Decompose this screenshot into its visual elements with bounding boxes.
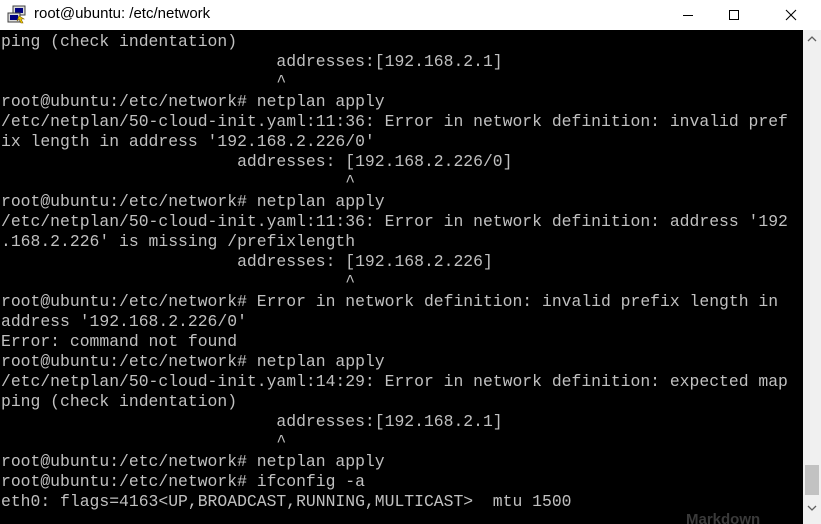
terminal-line: ping (check indentation): [1, 392, 238, 411]
terminal-line: ^: [1, 272, 356, 291]
vertical-scrollbar[interactable]: [803, 30, 821, 524]
terminal-lines: ping (check indentation) addresses:[192.…: [1, 32, 788, 512]
terminal-line: addresses:[192.168.2.1]: [1, 412, 503, 431]
terminal-output-area[interactable]: ping (check indentation) addresses:[192.…: [0, 30, 803, 524]
terminal-line: root@ubuntu:/etc/network# ifconfig -a: [1, 472, 365, 491]
terminal-line: .168.2.226' is missing /prefixlength: [1, 232, 356, 251]
scroll-up-arrow-icon[interactable]: [803, 30, 821, 47]
terminal-line: ping (check indentation): [1, 32, 238, 51]
terminal-line: eth0: flags=4163<UP,BROADCAST,RUNNING,MU…: [1, 492, 572, 511]
terminal-line: Error: command not found: [1, 332, 238, 351]
terminal-line: /etc/netplan/50-cloud-init.yaml:11:36: E…: [1, 212, 788, 231]
putty-icon[interactable]: [7, 5, 27, 25]
scroll-down-arrow-icon[interactable]: [803, 499, 821, 516]
close-icon: [785, 9, 797, 21]
title-bar[interactable]: root@ubuntu: /etc/network: [0, 0, 821, 30]
terminal-line: ^: [1, 172, 356, 191]
terminal-line: ^: [1, 432, 287, 451]
terminal-line: /etc/netplan/50-cloud-init.yaml:11:36: E…: [1, 112, 788, 131]
close-button[interactable]: [768, 0, 814, 30]
terminal-window: root@ubuntu: /etc/network ping (check in…: [0, 0, 821, 524]
terminal-line: addresses:[192.168.2.1]: [1, 52, 503, 71]
maximize-icon: [728, 9, 740, 21]
scrollbar-thumb[interactable]: [805, 465, 819, 495]
terminal-line: addresses: [192.168.2.226]: [1, 252, 493, 271]
terminal-line: root@ubuntu:/etc/network# netplan apply: [1, 352, 385, 371]
terminal-line: root@ubuntu:/etc/network# netplan apply: [1, 452, 385, 471]
minimize-button[interactable]: [665, 0, 711, 30]
terminal-line: ^: [1, 72, 287, 91]
background-window-text: Markdown: [686, 511, 761, 524]
minimize-icon: [682, 9, 694, 21]
maximize-button[interactable]: [711, 0, 757, 30]
terminal-line: address '192.168.2.226/0': [1, 312, 247, 331]
terminal-line: /etc/netplan/50-cloud-init.yaml:14:29: E…: [1, 372, 788, 391]
terminal-line: addresses: [192.168.2.226/0]: [1, 152, 513, 171]
terminal-line: root@ubuntu:/etc/network# netplan apply: [1, 192, 385, 211]
terminal-line: ix length in address '192.168.2.226/0': [1, 132, 375, 151]
terminal-line: root@ubuntu:/etc/network# Error in netwo…: [1, 292, 779, 311]
terminal-line: root@ubuntu:/etc/network# netplan apply: [1, 92, 385, 111]
window-title: root@ubuntu: /etc/network: [34, 5, 211, 22]
